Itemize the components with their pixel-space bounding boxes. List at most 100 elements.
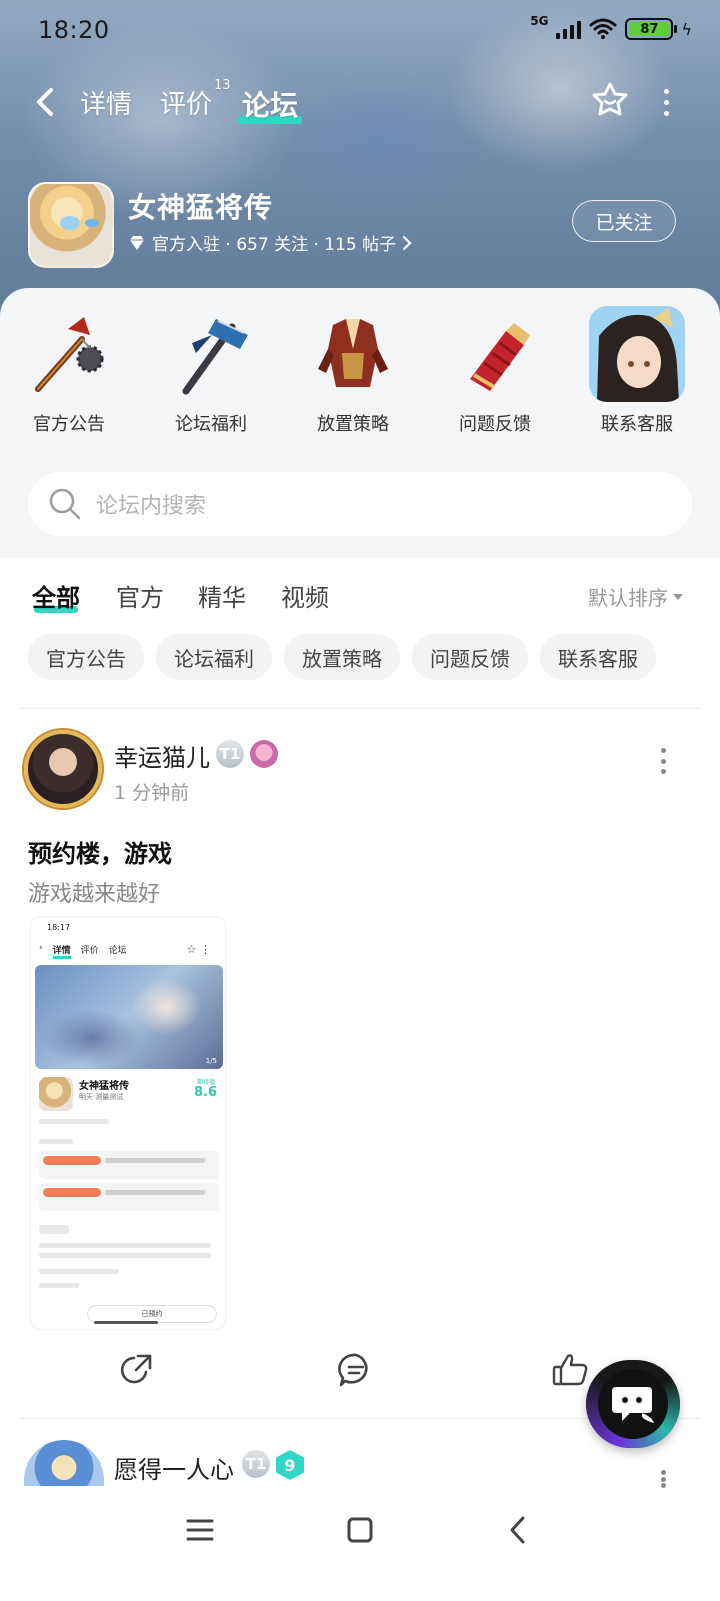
topic-chips: 官方公告 论坛福利 放置策略 问题反馈 联系客服 [28,634,656,680]
tab-details[interactable]: 详情 [80,84,132,121]
tab-reviews-label: 评价 [160,90,213,120]
category-feedback[interactable]: 问题反馈 [430,306,560,436]
follow-button[interactable]: 已关注 [572,200,676,242]
chat-icon [598,1369,668,1439]
category-support[interactable]: 联系客服 [572,306,702,436]
category-label: 问题反馈 [459,414,531,435]
mace-icon [21,306,117,402]
armor-icon [305,306,401,402]
filter-tab-all[interactable]: 全部 [32,578,80,613]
filter-tab-label: 全部 [32,584,80,612]
level-badge: T1 [216,740,244,768]
tab-reviews[interactable]: 评价13 [160,78,231,121]
category-benefits[interactable]: 论坛福利 [146,306,276,436]
medal-badge-icon [250,740,278,768]
status-bar: 18:20 5G 87 ϟ [0,0,720,66]
square-icon [347,1517,373,1543]
more-options-button[interactable] [656,84,676,120]
game-icon[interactable] [28,182,114,268]
avatar[interactable] [24,1440,104,1486]
category-label: 官方公告 [33,414,105,435]
network-type: 5G [530,14,549,28]
filter-bar: 全部 官方 精华 视频 默认排序 官方公告 论坛福利 放置策略 问题反馈 联系客… [0,558,720,698]
thumb-text-line [39,1139,73,1144]
category-strategy[interactable]: 放置策略 [288,306,418,436]
thumb-score: 8.6 [193,1085,217,1100]
character-avatar-icon [589,306,685,402]
gauntlet-icon [447,306,543,402]
category-label: 论坛福利 [175,414,247,435]
forum-search[interactable]: 论坛内搜索 [28,472,692,536]
filter-tab-video[interactable]: 视频 [281,578,329,613]
thumb-tag [39,1225,69,1234]
game-info: 女神猛将传 官方入驻 · 657 关注 · 115 帖子 已关注 [28,182,692,268]
home-button[interactable] [340,1510,380,1550]
chip-support[interactable]: 联系客服 [540,634,656,680]
rank-badge: 9 [276,1450,304,1480]
status-icons: 5G 87 ϟ [530,14,692,40]
thumb-text-line [39,1253,211,1258]
menu-icon [186,1519,214,1541]
floating-chat-button[interactable] [586,1360,680,1448]
category-label: 放置策略 [317,414,389,435]
chip-feedback[interactable]: 问题反馈 [412,634,528,680]
level-badge: T1 [242,1450,270,1478]
filter-tab-featured[interactable]: 精华 [198,578,246,613]
share-icon [120,1354,152,1384]
post-image[interactable]: 18:17 ‹ 详情 评价 论坛 ☆ ⋮ 1/5 女神猛将传 明天 测量测试 期… [30,916,226,1330]
like-button[interactable] [548,1348,592,1392]
post-more-button[interactable] [658,748,668,774]
comment-icon [338,1353,368,1387]
sort-dropdown[interactable]: 默认排序 [588,582,684,611]
chevron-left-icon [37,88,53,116]
chip-strategy[interactable]: 放置策略 [284,634,400,680]
dot [663,99,669,105]
post-author[interactable]: 愿得一人心 [114,1450,234,1485]
thumb-game-icon [39,1077,73,1111]
share-button[interactable] [114,1348,158,1392]
favorite-button[interactable] [590,80,630,120]
divider [20,708,700,709]
category-label: 联系客服 [601,414,673,435]
post-card[interactable]: 幸运猫儿 T1 1 分钟前 预约楼，游戏 游戏越来越好 18:17 ‹ 详情 评… [0,726,720,1446]
comment-button[interactable] [334,1348,378,1392]
system-navigation-bar [0,1488,720,1601]
star-icon [592,82,628,116]
thumb-event-card [39,1151,219,1179]
post-more-button[interactable] [658,1470,668,1488]
tab-forum-label: 论坛 [242,89,299,122]
thumb-event-card [39,1183,219,1211]
chevron-right-icon [403,235,412,250]
status-time: 18:20 [38,16,110,44]
game-name: 女神猛将传 [128,191,274,224]
chevron-left-icon [510,1516,525,1544]
post-time: 1 分钟前 [114,782,190,804]
thumb-nav: ‹ 详情 评价 论坛 [39,943,127,959]
charging-icon: ϟ [681,19,692,39]
back-button[interactable] [30,84,60,120]
battery-icon: 87 [625,18,678,40]
dot [660,748,666,753]
dot [660,758,666,764]
post-body: 游戏越来越好 [28,882,161,907]
filter-tab-official[interactable]: 官方 [116,578,164,613]
menu-button[interactable] [180,1510,220,1550]
battery-level: 87 [629,22,670,37]
game-meta[interactable]: 官方入驻 · 657 关注 · 115 帖子 [128,230,412,255]
signal-icon [556,19,582,39]
game-meta-text: 官方入驻 · 657 关注 · 115 帖子 [152,235,397,255]
post-author[interactable]: 幸运猫儿 [114,738,210,773]
search-input[interactable]: 论坛内搜索 [96,488,206,520]
thumb-pager: 1/5 [205,1057,217,1065]
thumb-banner [35,965,223,1069]
chip-announcements[interactable]: 官方公告 [28,634,144,680]
chip-benefits[interactable]: 论坛福利 [156,634,272,680]
post-title: 预约楼，游戏 [28,840,172,868]
category-announcements[interactable]: 官方公告 [4,306,134,436]
avatar[interactable] [24,730,102,808]
system-back-button[interactable] [498,1510,538,1550]
category-row: 官方公告 论坛福利 放置策略 问题反馈 联系客服 [0,306,720,436]
tab-forum[interactable]: 论坛 [238,84,303,124]
thumb-text-line [39,1119,109,1124]
dot [660,769,666,774]
